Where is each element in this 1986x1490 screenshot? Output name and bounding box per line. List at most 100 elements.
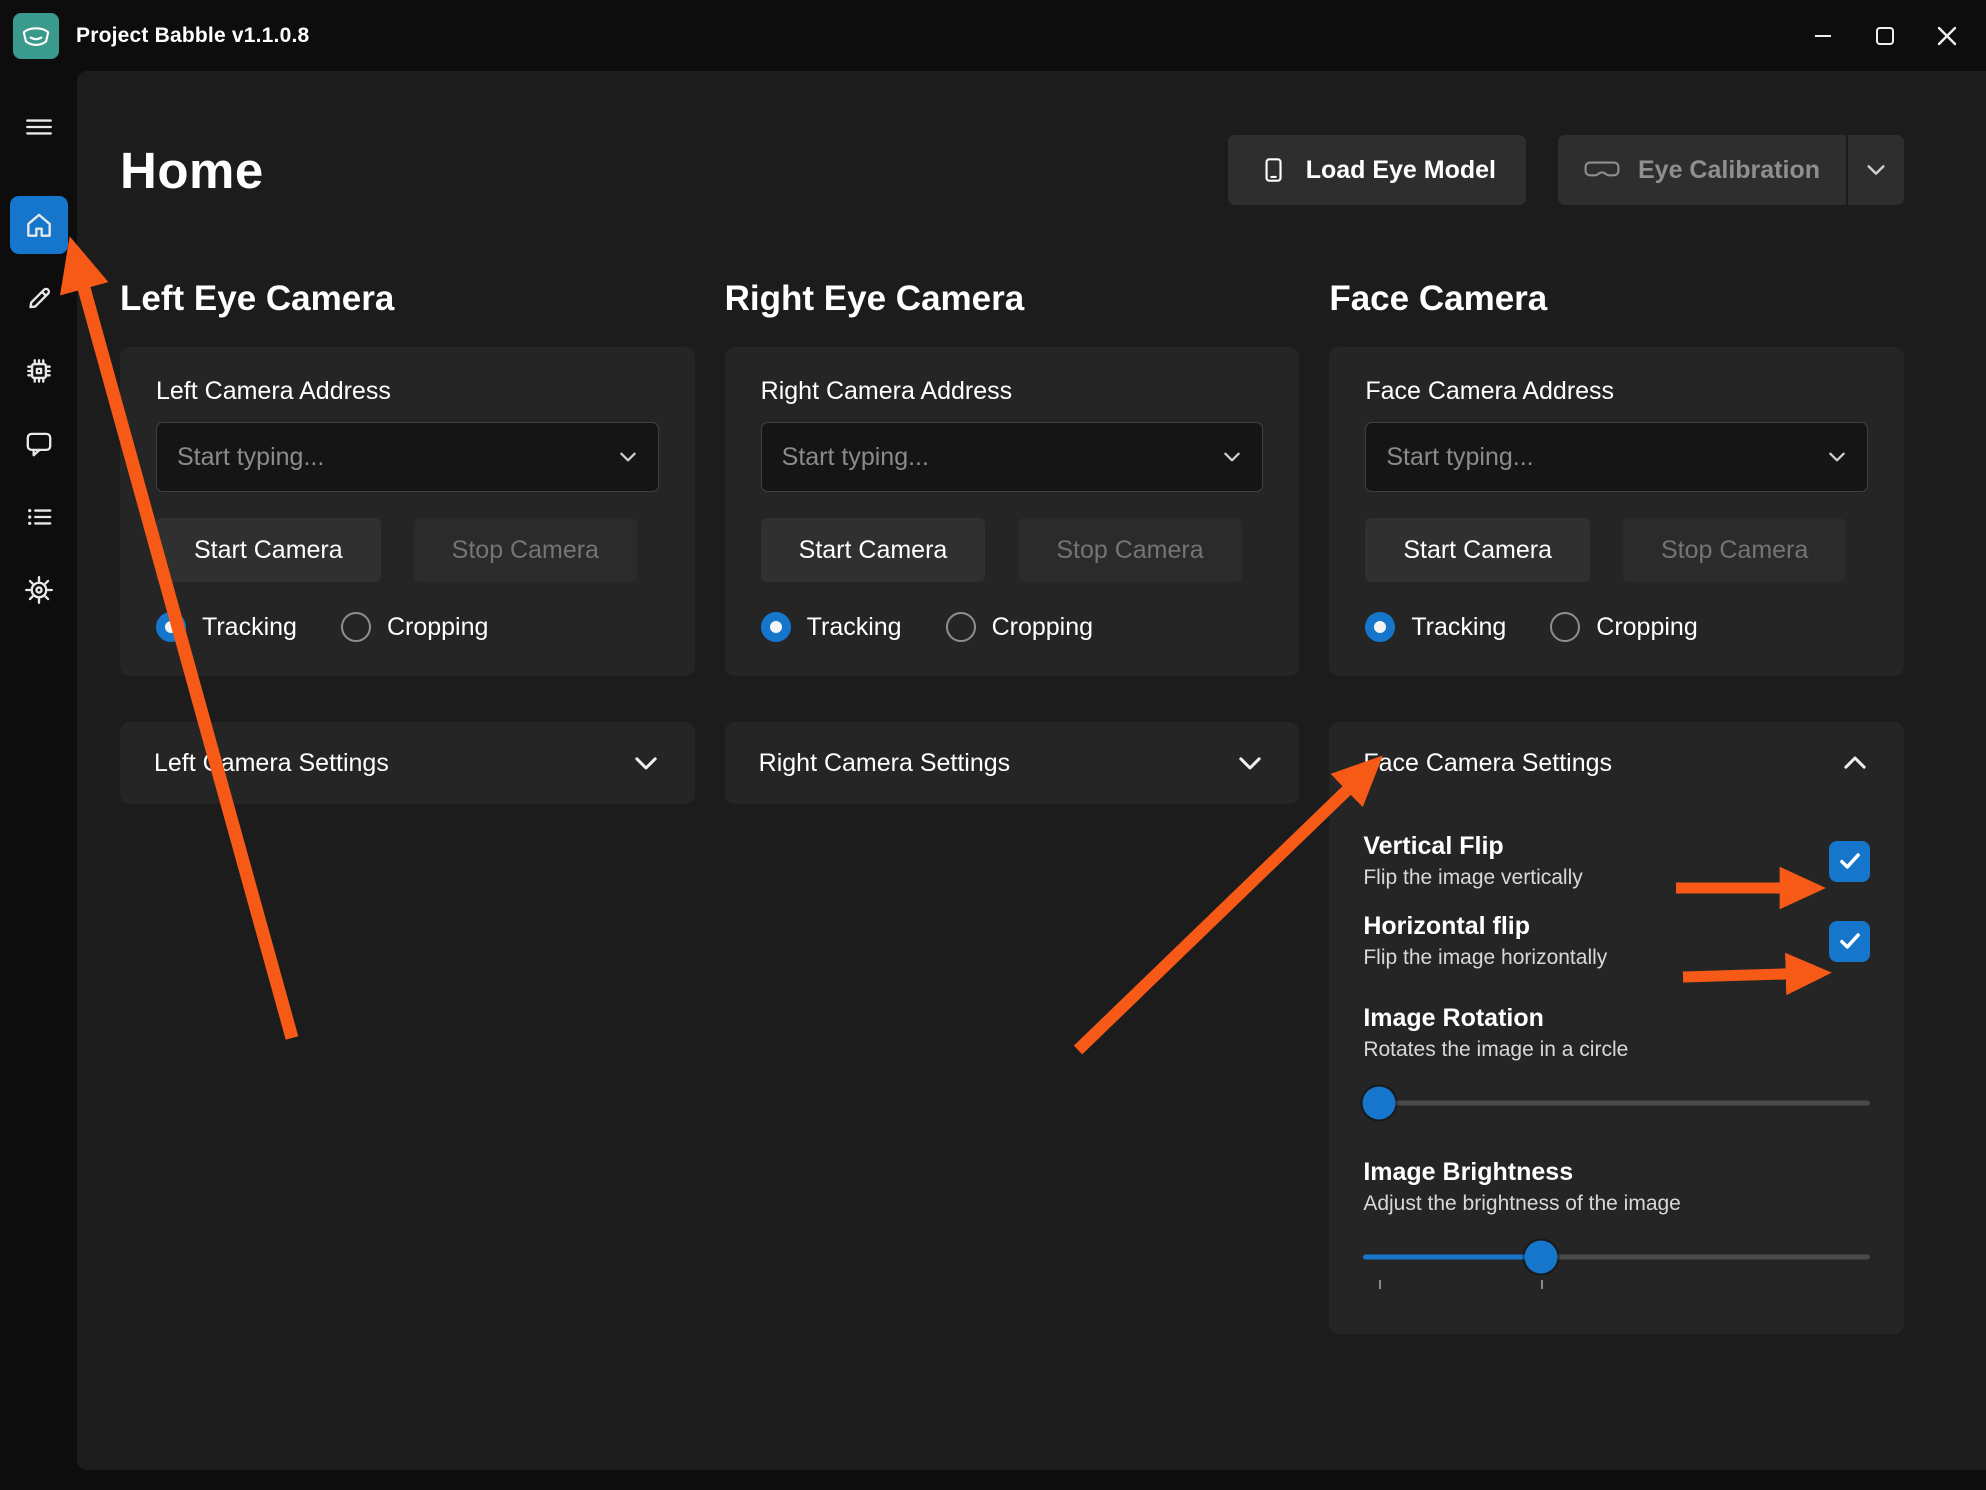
right-camera-address-input[interactable]	[782, 443, 1223, 472]
left-cropping-radio[interactable]: Cropping	[341, 612, 488, 642]
list-icon	[23, 501, 55, 533]
setting-title: Horizontal flip	[1363, 912, 1607, 941]
face-camera-settings-expander[interactable]: Face Camera Settings	[1329, 722, 1904, 804]
column-title: Right Eye Camera	[725, 279, 1300, 319]
setting-text: Vertical Flip Flip the image vertically	[1363, 832, 1582, 890]
cpu-icon	[23, 355, 55, 387]
slider-track[interactable]	[1363, 1101, 1870, 1106]
cropping-label: Cropping	[387, 613, 488, 642]
sidebar-item-messages[interactable]	[10, 415, 68, 473]
eye-model-icon	[1258, 155, 1288, 185]
sidebar-item-algorithm[interactable]	[10, 342, 68, 400]
slider-ticks	[1363, 1280, 1870, 1292]
babble-mask-icon	[19, 19, 53, 53]
left-camera-address-combobox[interactable]	[156, 422, 659, 492]
chat-bubble-icon	[23, 428, 55, 460]
right-tracking-radio[interactable]: Tracking	[761, 612, 902, 642]
sidebar	[0, 71, 77, 1490]
left-camera-address-label: Left Camera Address	[156, 377, 659, 406]
right-eye-camera-column: Right Eye Camera Right Camera Address St…	[725, 279, 1300, 1334]
sidebar-item-edit[interactable]	[10, 269, 68, 327]
setting-subtitle: Adjust the brightness of the image	[1363, 1192, 1870, 1216]
left-camera-card: Left Camera Address Start Camera Stop Ca…	[120, 347, 695, 676]
eye-calibration-button[interactable]: Eye Calibration	[1558, 135, 1846, 205]
face-tracking-radio[interactable]: Tracking	[1365, 612, 1506, 642]
app-logo	[13, 13, 59, 59]
load-eye-model-button[interactable]: Load Eye Model	[1228, 135, 1526, 205]
settings-title: Left Camera Settings	[154, 749, 389, 778]
page-header: Home Load Eye Model Eye Calibration	[120, 135, 1904, 205]
tracking-label: Tracking	[202, 613, 297, 642]
left-camera-settings-expander[interactable]: Left Camera Settings	[120, 722, 695, 804]
radio-checked-icon	[1365, 612, 1395, 642]
left-tracking-radio[interactable]: Tracking	[156, 612, 297, 642]
horizontal-flip-checkbox[interactable]	[1829, 921, 1870, 962]
menu-button[interactable]	[10, 98, 68, 156]
face-camera-address-combobox[interactable]	[1365, 422, 1868, 492]
minimize-button[interactable]	[1792, 0, 1854, 71]
right-cropping-radio[interactable]: Cropping	[946, 612, 1093, 642]
tracking-label: Tracking	[807, 613, 902, 642]
left-camera-address-input[interactable]	[177, 443, 618, 472]
camera-buttons: Start Camera Stop Camera	[156, 518, 659, 582]
face-stop-camera-button[interactable]: Stop Camera	[1623, 518, 1846, 582]
settings-title: Right Camera Settings	[759, 749, 1011, 778]
slider-thumb[interactable]	[1524, 1241, 1557, 1274]
camera-columns: Left Eye Camera Left Camera Address Star…	[120, 279, 1904, 1334]
eye-calibration-dropdown-button[interactable]	[1848, 135, 1904, 205]
setting-image-rotation: Image Rotation Rotates the image in a ci…	[1363, 1004, 1870, 1124]
sidebar-item-home[interactable]	[10, 196, 68, 254]
setting-title: Vertical Flip	[1363, 832, 1582, 861]
slider-thumb[interactable]	[1362, 1087, 1395, 1120]
slider-fill	[1363, 1255, 1540, 1260]
face-camera-address-label: Face Camera Address	[1365, 377, 1868, 406]
header-actions: Load Eye Model Eye Calibration	[1228, 135, 1904, 205]
left-eye-camera-column: Left Eye Camera Left Camera Address Star…	[120, 279, 695, 1334]
cropping-label: Cropping	[992, 613, 1093, 642]
left-camera-settings-card: Left Camera Settings	[120, 722, 695, 804]
right-stop-camera-button[interactable]: Stop Camera	[1018, 518, 1241, 582]
face-start-camera-button[interactable]: Start Camera	[1365, 518, 1590, 582]
right-camera-address-combobox[interactable]	[761, 422, 1264, 492]
maximize-button[interactable]	[1854, 0, 1916, 71]
setting-subtitle: Flip the image horizontally	[1363, 946, 1607, 970]
face-camera-settings-body: Vertical Flip Flip the image vertically …	[1329, 804, 1904, 1334]
settings-title: Face Camera Settings	[1363, 749, 1612, 778]
image-brightness-slider[interactable]	[1363, 1236, 1870, 1278]
setting-title: Image Rotation	[1363, 1004, 1870, 1033]
tracking-label: Tracking	[1411, 613, 1506, 642]
setting-subtitle: Rotates the image in a circle	[1363, 1038, 1870, 1062]
checkmark-icon	[1837, 848, 1863, 874]
radio-unchecked-icon	[341, 612, 371, 642]
right-camera-address-label: Right Camera Address	[761, 377, 1264, 406]
right-camera-card: Right Camera Address Start Camera Stop C…	[725, 347, 1300, 676]
right-start-camera-button[interactable]: Start Camera	[761, 518, 986, 582]
sidebar-item-output-log[interactable]	[10, 488, 68, 546]
close-icon	[1933, 22, 1961, 50]
slider-tick	[1379, 1280, 1381, 1289]
setting-vertical-flip: Vertical Flip Flip the image vertically	[1363, 832, 1870, 890]
checkmark-icon	[1837, 928, 1863, 954]
setting-text: Horizontal flip Flip the image horizonta…	[1363, 912, 1607, 970]
chevron-down-icon	[1235, 748, 1265, 778]
face-cropping-radio[interactable]: Cropping	[1550, 612, 1697, 642]
eye-calibration-split-button: Eye Calibration	[1558, 135, 1904, 205]
vertical-flip-checkbox[interactable]	[1829, 841, 1870, 882]
left-start-camera-button[interactable]: Start Camera	[156, 518, 381, 582]
image-rotation-slider[interactable]	[1363, 1082, 1870, 1124]
face-camera-card: Face Camera Address Start Camera Stop Ca…	[1329, 347, 1904, 676]
face-mode-radios: Tracking Cropping	[1365, 612, 1868, 642]
gear-icon	[23, 574, 55, 606]
face-camera-address-input[interactable]	[1386, 443, 1827, 472]
setting-image-brightness: Image Brightness Adjust the brightness o…	[1363, 1158, 1870, 1292]
radio-checked-icon	[761, 612, 791, 642]
eye-calibration-label: Eye Calibration	[1638, 156, 1820, 185]
setting-title: Image Brightness	[1363, 1158, 1870, 1187]
left-stop-camera-button[interactable]: Stop Camera	[414, 518, 637, 582]
right-camera-settings-card: Right Camera Settings	[725, 722, 1300, 804]
close-button[interactable]	[1916, 0, 1978, 71]
right-camera-settings-expander[interactable]: Right Camera Settings	[725, 722, 1300, 804]
titlebar: Project Babble v1.1.0.8	[0, 0, 1986, 71]
sidebar-item-settings[interactable]	[10, 561, 68, 619]
left-mode-radios: Tracking Cropping	[156, 612, 659, 642]
